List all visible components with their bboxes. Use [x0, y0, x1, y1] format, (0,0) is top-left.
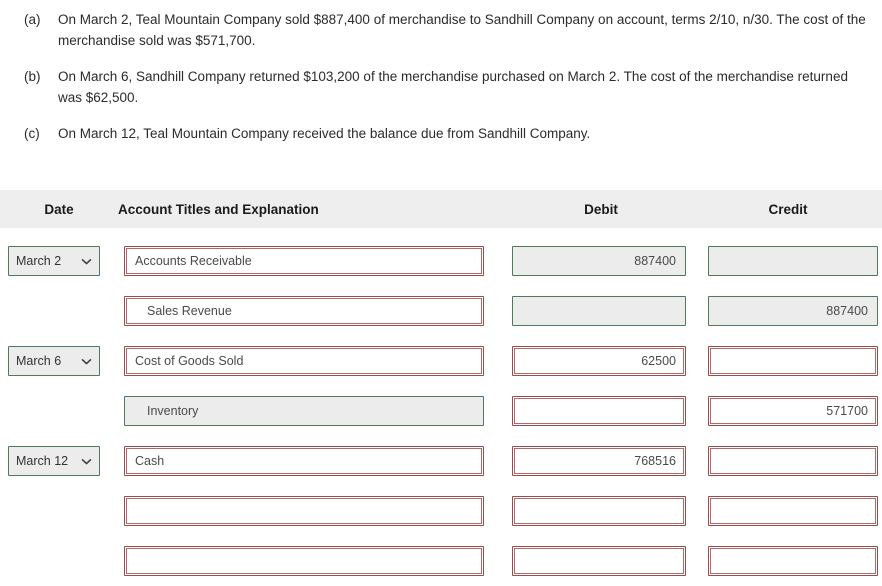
column-header-credit: Credit — [768, 201, 808, 217]
cell-account: Cost of Goods Sold — [124, 346, 510, 376]
cell-account: Sales Revenue — [124, 296, 510, 326]
date-cell-empty — [8, 396, 100, 426]
date-select-value: March 12 — [16, 454, 69, 468]
cell-account — [124, 546, 510, 576]
credit-value: 887400 — [826, 304, 868, 318]
column-header-account: Account Titles and Explanation — [118, 201, 319, 217]
debit-input-3[interactable]: 62500 — [512, 346, 686, 376]
instruction-label-c: (c) — [24, 126, 40, 141]
cell-account: Inventory — [124, 396, 510, 426]
cell-date — [0, 496, 124, 526]
cell-account — [124, 496, 510, 526]
instruction-item: (b) On March 6, Sandhill Company returne… — [10, 67, 872, 108]
credit-input-1 — [708, 246, 878, 276]
date-select-value: March 2 — [16, 254, 62, 268]
date-cell-empty — [8, 546, 100, 576]
date-select-3[interactable]: March 6 — [8, 346, 100, 376]
credit-input-6[interactable] — [708, 496, 878, 526]
instruction-text-b: On March 6, Sandhill Company returned $1… — [58, 69, 848, 105]
debit-value: 62500 — [641, 354, 676, 368]
date-select-5[interactable]: March 12 — [8, 446, 100, 476]
column-header-debit: Debit — [584, 201, 618, 217]
cell-debit — [510, 496, 708, 526]
account-title-input-3[interactable]: Cost of Goods Sold — [124, 346, 484, 376]
date-cell-empty — [8, 496, 100, 526]
cell-credit — [708, 546, 882, 576]
cell-credit — [708, 446, 882, 476]
debit-input-6[interactable] — [512, 496, 686, 526]
account-title-value: Cash — [135, 454, 165, 468]
instruction-text-c: On March 12, Teal Mountain Company recei… — [58, 126, 591, 141]
debit-value: 768516 — [634, 454, 676, 468]
cell-account: Cash — [124, 446, 510, 476]
account-title-input-2[interactable]: Sales Revenue — [124, 296, 484, 326]
cell-debit: 768516 — [510, 446, 708, 476]
account-title-value: Inventory — [147, 404, 199, 418]
table-body: March 2 Accounts Receivable 887400 Sales Re… — [0, 228, 882, 586]
credit-input-7[interactable] — [708, 546, 878, 576]
account-title-input-7[interactable] — [124, 546, 484, 576]
table-row: March 2 Accounts Receivable 887400 — [0, 236, 882, 286]
debit-input-2 — [512, 296, 686, 326]
instruction-item: (c) On March 12, Teal Mountain Company r… — [10, 124, 872, 145]
cell-debit: 62500 — [510, 346, 708, 376]
chevron-down-icon — [81, 356, 92, 367]
cell-credit: 571700 — [708, 396, 882, 426]
date-select-value: March 6 — [16, 354, 62, 368]
cell-credit — [708, 346, 882, 376]
cell-date — [0, 396, 124, 426]
column-header-date: Date — [44, 201, 74, 217]
account-title-value: Sales Revenue — [147, 304, 232, 318]
table-row: March 6 Cost of Goods Sold 62500 — [0, 336, 882, 386]
instruction-label-a: (a) — [24, 12, 41, 27]
cell-debit — [510, 546, 708, 576]
credit-input-3[interactable] — [708, 346, 878, 376]
chevron-down-icon — [81, 456, 92, 467]
cell-account: Accounts Receivable — [124, 246, 510, 276]
account-title-value: Accounts Receivable — [135, 254, 252, 268]
account-title-value: Cost of Goods Sold — [135, 354, 244, 368]
account-title-input-1[interactable]: Accounts Receivable — [124, 246, 484, 276]
cell-credit — [708, 496, 882, 526]
cell-date — [0, 296, 124, 326]
debit-input-5[interactable]: 768516 — [512, 446, 686, 476]
cell-debit: 887400 — [510, 246, 708, 276]
instruction-item: (a) On March 2, Teal Mountain Company so… — [10, 10, 872, 51]
cell-credit: 887400 — [708, 296, 882, 326]
cell-debit — [510, 296, 708, 326]
cell-debit — [510, 396, 708, 426]
debit-input-1: 887400 — [512, 246, 686, 276]
instruction-label-b: (b) — [24, 69, 41, 84]
cell-date — [0, 546, 124, 576]
account-title-input-5[interactable]: Cash — [124, 446, 484, 476]
chevron-down-icon — [81, 256, 92, 267]
table-row: Inventory 571700 — [0, 386, 882, 436]
table-row: Sales Revenue 887400 — [0, 286, 882, 336]
table-row — [0, 536, 882, 586]
cell-date: March 12 — [0, 446, 124, 476]
credit-input-2: 887400 — [708, 296, 878, 326]
instructions-block: (a) On March 2, Teal Mountain Company so… — [0, 0, 882, 145]
cell-date: March 2 — [0, 246, 124, 276]
account-title-input-4: Inventory — [124, 396, 484, 426]
cell-date: March 6 — [0, 346, 124, 376]
credit-value: 571700 — [826, 404, 868, 418]
table-header-row: Date Account Titles and Explanation Debi… — [0, 190, 882, 228]
cell-credit — [708, 246, 882, 276]
debit-input-7[interactable] — [512, 546, 686, 576]
date-select-1[interactable]: March 2 — [8, 246, 100, 276]
journal-entry-table: Date Account Titles and Explanation Debi… — [0, 190, 882, 586]
date-cell-empty — [8, 296, 100, 326]
debit-value: 887400 — [634, 254, 676, 268]
table-row: March 12 Cash 768516 — [0, 436, 882, 486]
table-row — [0, 486, 882, 536]
instruction-text-a: On March 2, Teal Mountain Company sold $… — [58, 12, 866, 48]
credit-input-4[interactable]: 571700 — [708, 396, 878, 426]
account-title-input-6[interactable] — [124, 496, 484, 526]
credit-input-5[interactable] — [708, 446, 878, 476]
debit-input-4[interactable] — [512, 396, 686, 426]
